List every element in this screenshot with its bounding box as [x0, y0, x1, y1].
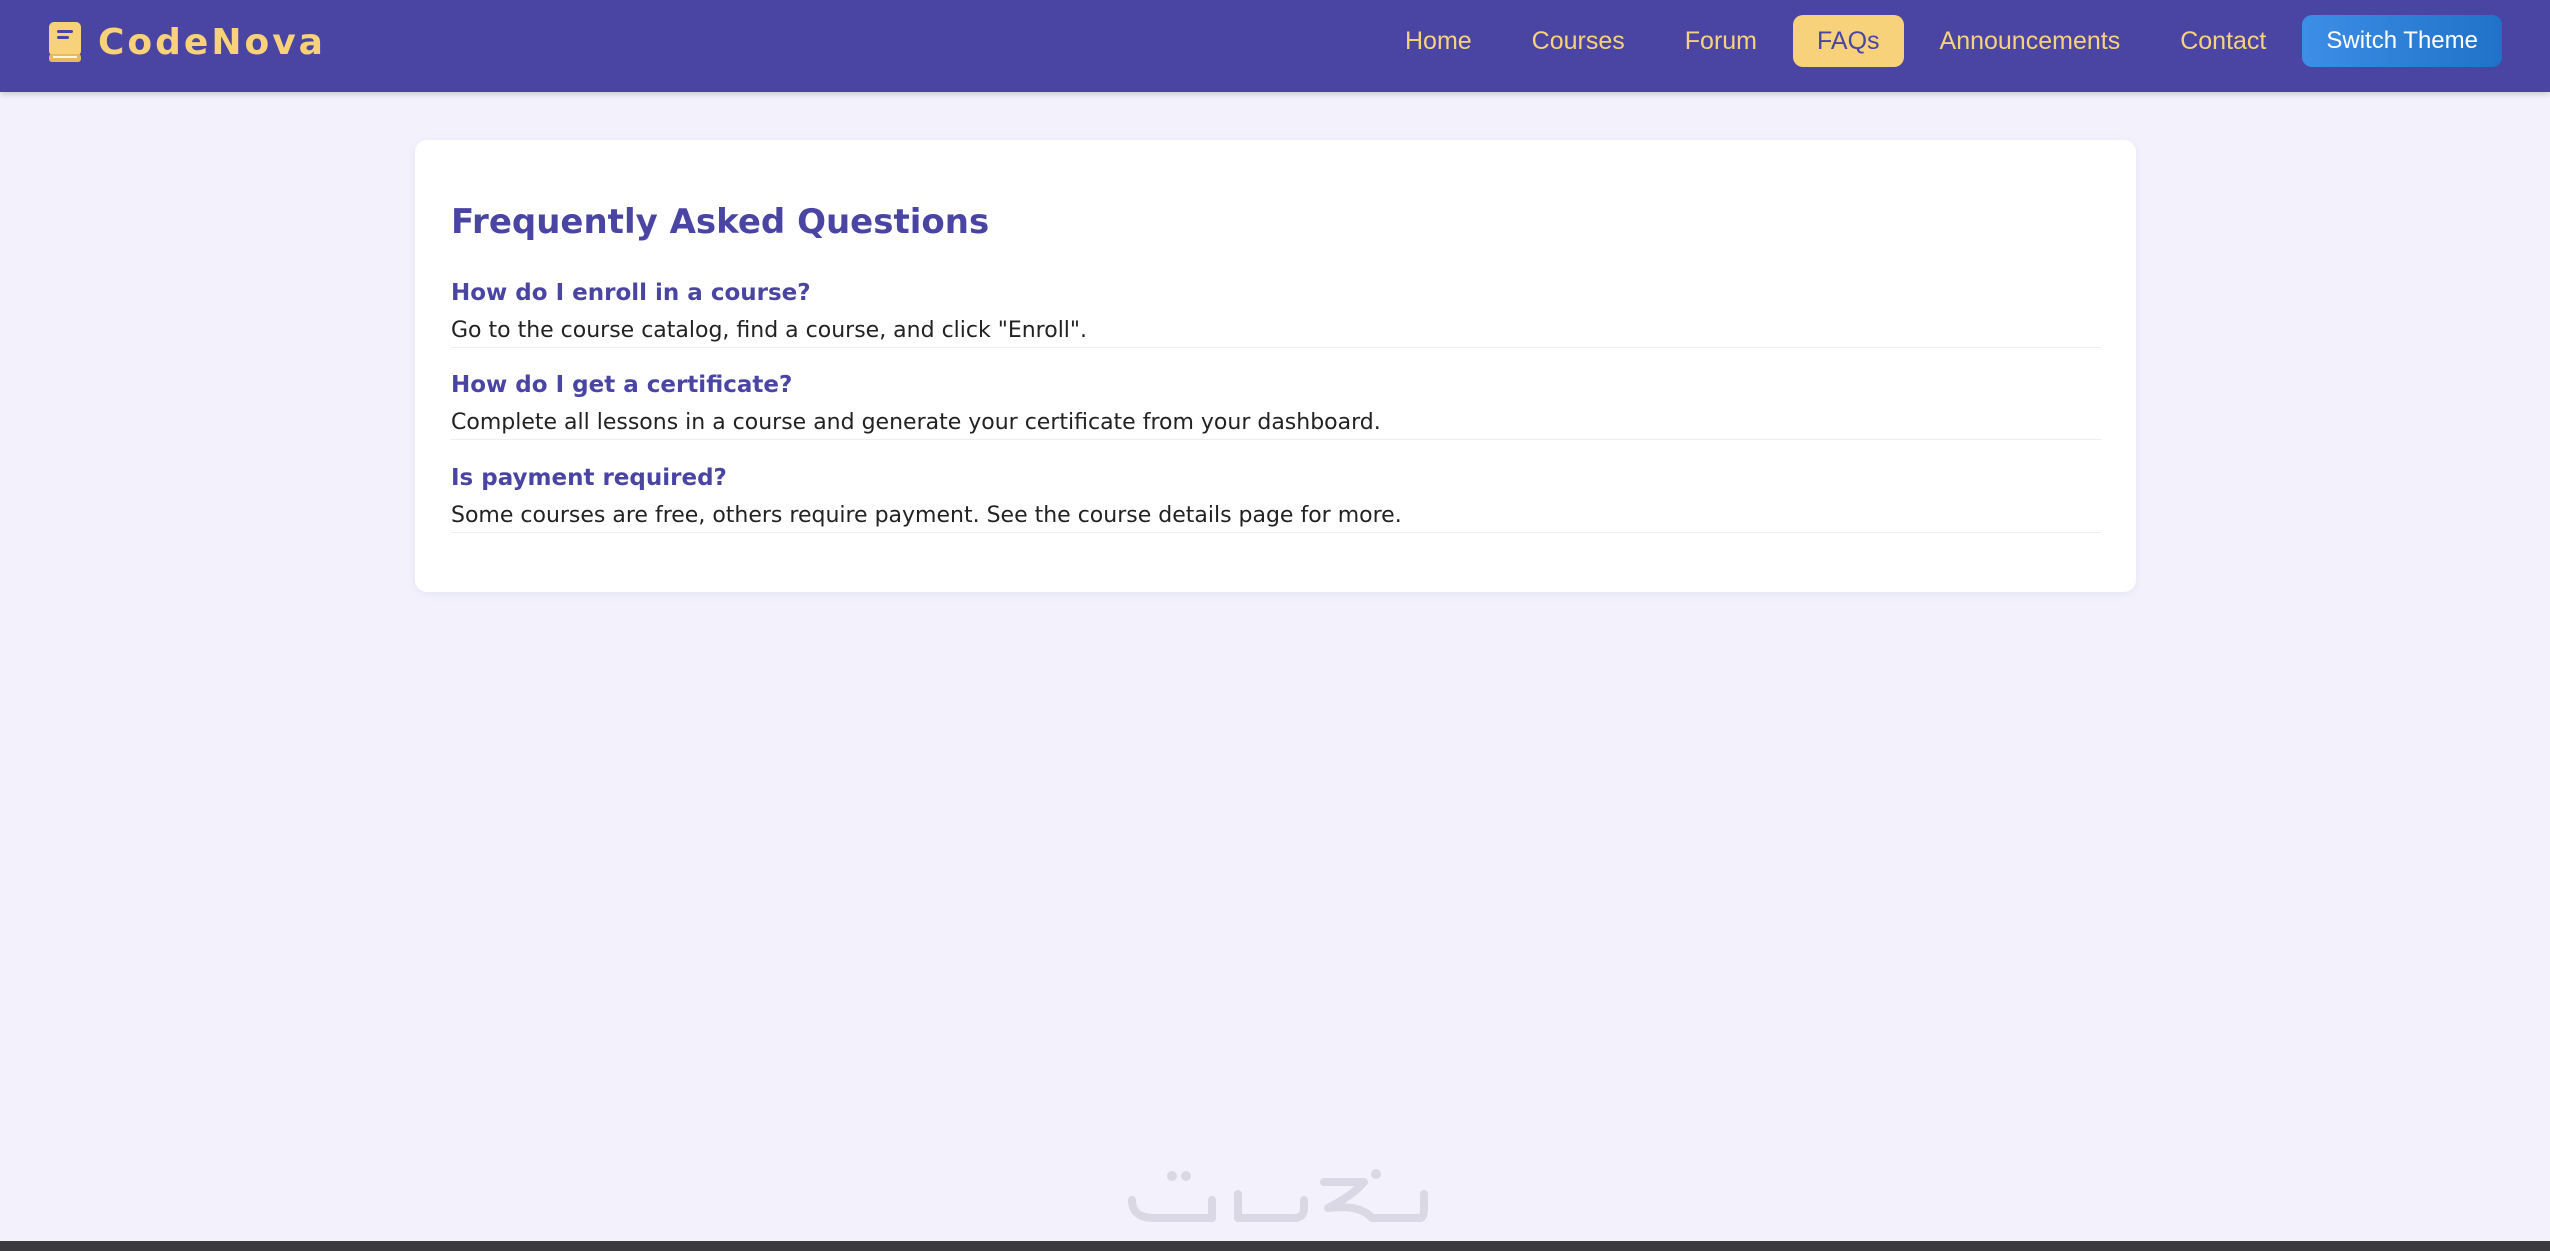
top-navbar: CodeNova Home Courses Forum FAQs Announc…: [0, 0, 2550, 92]
faq-card: Frequently Asked Questions How do I enro…: [415, 140, 2136, 592]
faq-item: Is payment required? Some courses are fr…: [451, 465, 2101, 555]
nav-contact-link[interactable]: Contact: [2156, 15, 2290, 67]
faq-divider: [451, 532, 2101, 533]
faq-divider: [451, 347, 2101, 348]
faq-answer: Some courses are free, others require pa…: [451, 503, 1402, 528]
watermark-logo: [1128, 1169, 1428, 1222]
nav-forum-link[interactable]: Forum: [1661, 15, 1781, 67]
bottom-taskbar-edge: [0, 1241, 2550, 1251]
nav-home-link[interactable]: Home: [1381, 15, 1496, 67]
main-nav: Home Courses Forum FAQs Announcements Co…: [1369, 15, 2502, 67]
nav-announcements-link[interactable]: Announcements: [1916, 15, 2145, 67]
nav-faqs-link[interactable]: FAQs: [1793, 15, 1904, 67]
switch-theme-button[interactable]: Switch Theme: [2302, 15, 2502, 67]
page-title: Frequently Asked Questions: [451, 202, 990, 242]
faq-answer: Go to the course catalog, find a course,…: [451, 318, 1088, 343]
brand-logo[interactable]: CodeNova: [48, 20, 326, 64]
nav-courses-link[interactable]: Courses: [1508, 15, 1649, 67]
faq-answer: Complete all lessons in a course and gen…: [451, 410, 1381, 435]
faq-divider: [451, 439, 2101, 440]
brand-name: CodeNova: [98, 21, 326, 63]
faq-question: How do I get a certificate?: [451, 372, 793, 398]
book-icon: [49, 22, 81, 62]
faq-item: How do I get a certificate? Complete all…: [451, 372, 2101, 462]
faq-item: How do I enroll in a course? Go to the c…: [451, 280, 2101, 370]
faq-question: How do I enroll in a course?: [451, 280, 811, 306]
faq-question: Is payment required?: [451, 465, 727, 491]
